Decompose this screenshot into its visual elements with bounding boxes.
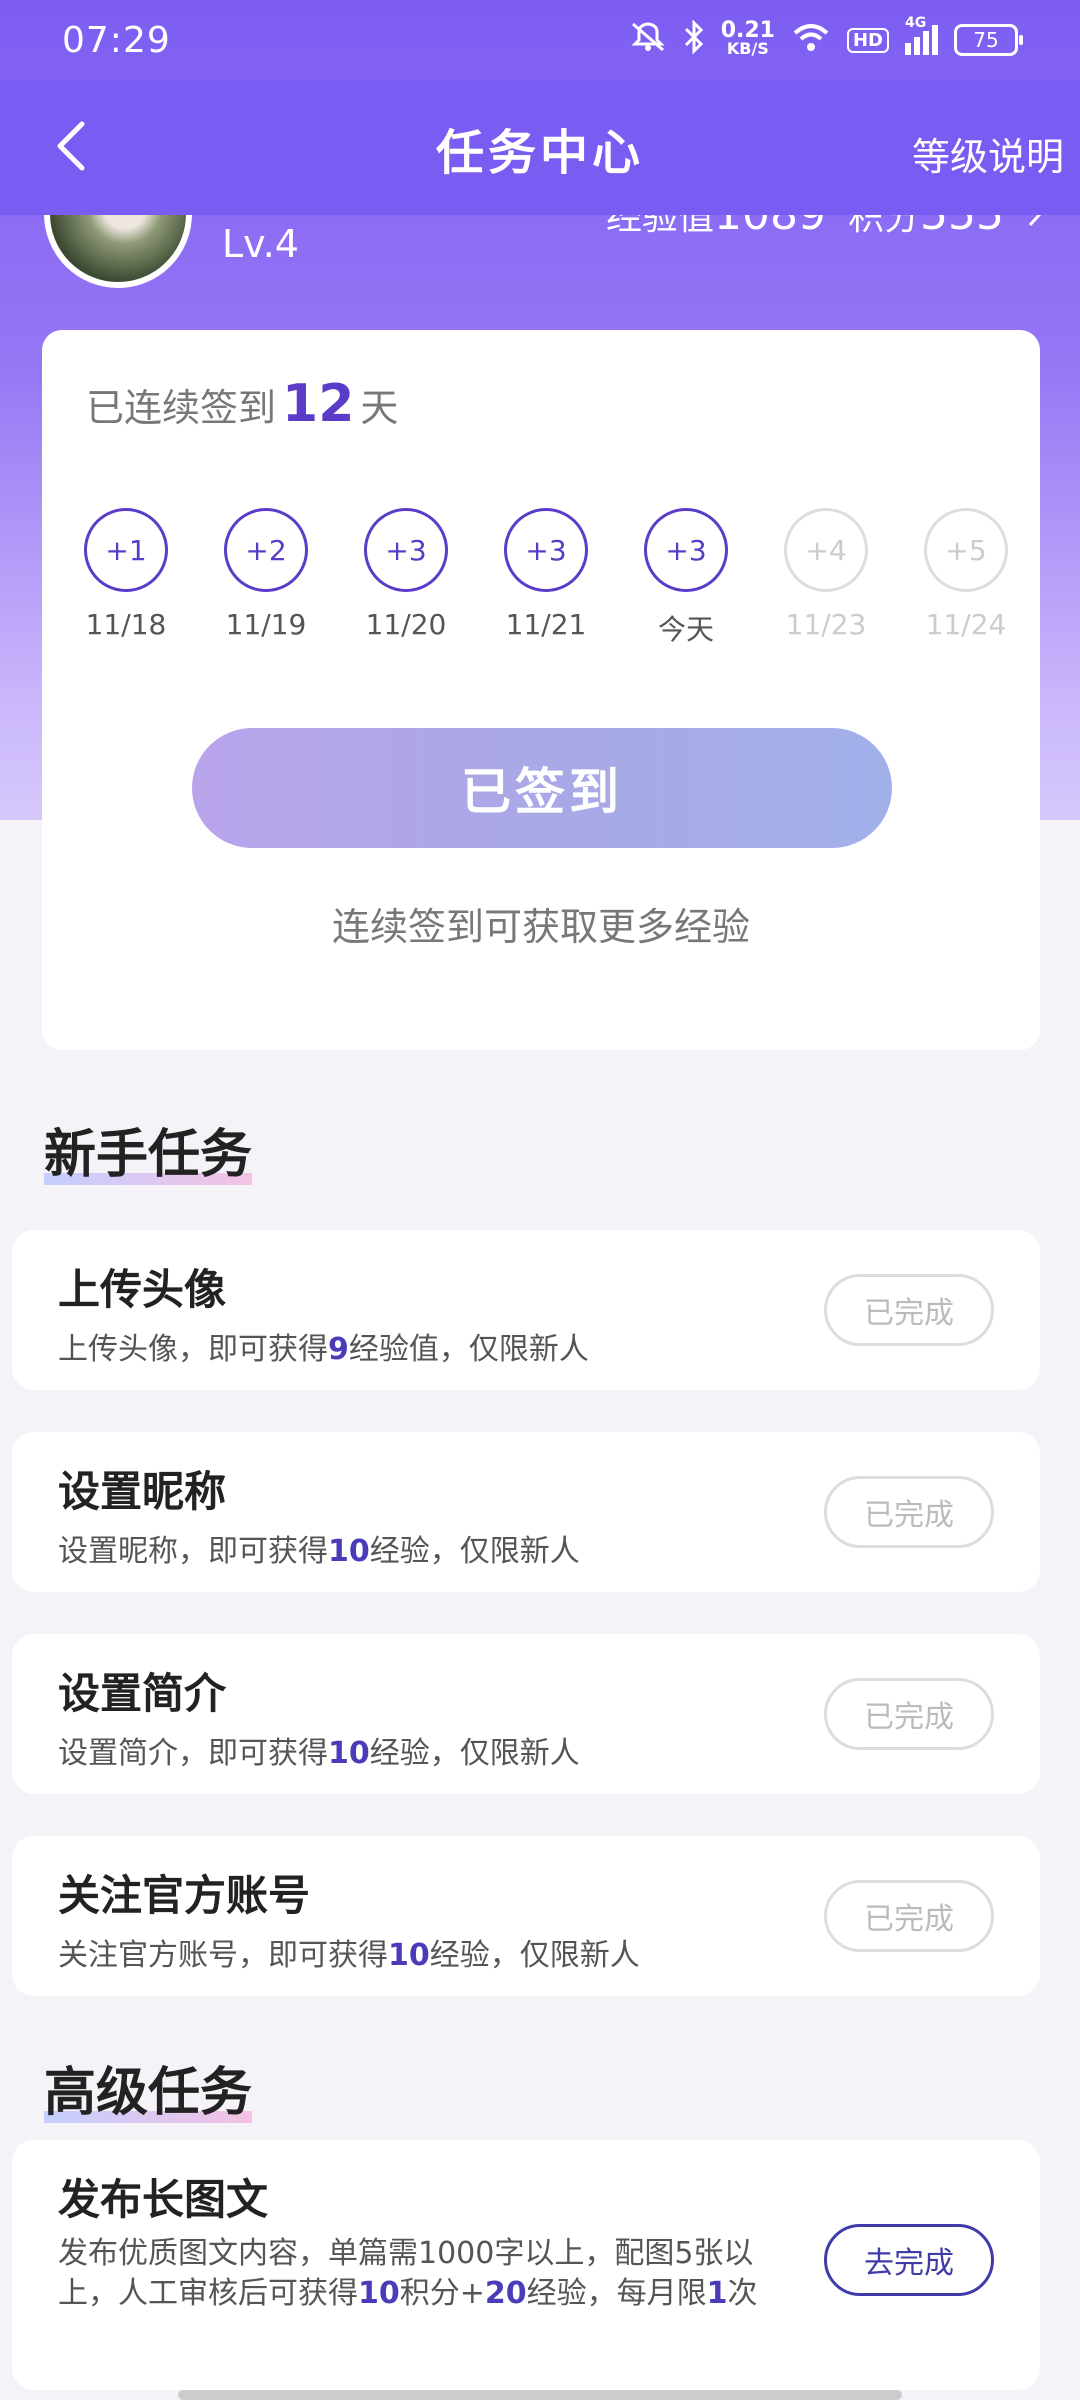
day-reward: +3 — [364, 508, 448, 592]
task-card: 发布长图文 发布优质图文内容，单篇需1000字以上，配图5张以上，人工审核后可获… — [12, 2140, 1040, 2390]
signin-day: +3 11/21 — [486, 508, 606, 648]
task-title: 设置简介 — [58, 1669, 227, 1718]
desc-text: 经验，仅限新人 — [369, 1736, 580, 1771]
status-icons: 0.21 KB/S HD 4G 75 — [629, 15, 1023, 61]
day-reward: +1 — [84, 508, 168, 592]
day-reward: +5 — [924, 508, 1008, 592]
streak-suffix: 天 — [360, 386, 399, 430]
desc-text: 经验，每月限 — [526, 2276, 707, 2311]
task-desc: 发布优质图文内容，单篇需1000字以上，配图5张以上，人工审核后可获得10积分+… — [58, 2234, 798, 2314]
battery-level: 75 — [973, 28, 999, 52]
desc-text: 经验值，仅限新人 — [348, 1332, 589, 1367]
desc-text: 经验，仅限新人 — [429, 1938, 640, 1973]
task-card: 关注官方账号 关注官方账号，即可获得10经验，仅限新人 已完成 — [12, 1836, 1040, 1996]
task-card: 设置昵称 设置昵称，即可获得10经验，仅限新人 已完成 — [12, 1432, 1040, 1592]
advanced-section-title: 高级任务 — [44, 2050, 253, 2125]
speed-unit: KB/S — [726, 39, 769, 58]
network-type: 4G — [905, 15, 927, 31]
signin-hint: 连续签到可获取更多经验 — [331, 905, 750, 949]
desc-number: 9 — [328, 1332, 349, 1367]
task-status-button[interactable]: 已完成 — [824, 1880, 994, 1952]
desc-text: 经验，仅限新人 — [369, 1534, 580, 1569]
hd-badge: HD — [846, 27, 889, 53]
streak-days: 12 — [282, 374, 355, 434]
day-label: 11/19 — [225, 608, 307, 641]
bluetooth-icon — [683, 18, 705, 61]
desc-text: 设置昵称，即可获得 — [58, 1534, 328, 1569]
battery-icon: 75 — [954, 24, 1023, 56]
page-title: 任务中心 — [435, 124, 644, 181]
desc-number: 10 — [328, 1534, 370, 1569]
signin-days: +1 11/18 +2 11/19 +3 11/20 +3 11/21 +3 今… — [66, 508, 1026, 648]
desc-number: 10 — [328, 1736, 370, 1771]
day-reward: +4 — [784, 508, 868, 592]
day-label: 今天 — [657, 613, 714, 646]
desc-number: 10 — [358, 2276, 400, 2311]
signin-button[interactable]: 已签到 — [192, 728, 892, 848]
newbie-title-text: 新手任务 — [44, 1112, 253, 1187]
streak-prefix: 已连续签到 — [86, 386, 277, 430]
task-desc: 设置简介，即可获得10经验，仅限新人 — [58, 1734, 798, 1774]
day-label: 11/23 — [785, 608, 867, 641]
task-desc: 关注官方账号，即可获得10经验，仅限新人 — [58, 1936, 798, 1976]
newbie-section-title: 新手任务 — [44, 1112, 253, 1187]
desc-text: 关注官方账号，即可获得 — [58, 1938, 388, 1973]
desc-text: 积分+ — [399, 2276, 485, 2311]
task-title: 上传头像 — [58, 1265, 227, 1314]
signin-day: +2 11/19 — [206, 508, 326, 648]
level-info-link[interactable]: 等级说明 — [912, 126, 1064, 181]
network-speed: 0.21 KB/S — [720, 18, 775, 58]
nav-bar: 任务中心 等级说明 — [0, 80, 1080, 215]
signin-day-today: +3 今天 — [626, 508, 746, 648]
wifi-icon — [791, 21, 831, 60]
home-indicator[interactable] — [178, 2390, 902, 2400]
day-reward: +3 — [504, 508, 588, 592]
task-desc: 上传头像，即可获得9经验值，仅限新人 — [58, 1330, 798, 1370]
signal-icon: 4G — [905, 15, 938, 55]
advanced-title-text: 高级任务 — [44, 2050, 253, 2125]
speed-value: 0.21 — [720, 18, 775, 43]
day-label: 11/18 — [85, 608, 167, 641]
day-reward: +3 — [644, 508, 728, 592]
day-label: 11/24 — [925, 608, 1007, 641]
task-status-button[interactable]: 已完成 — [824, 1274, 994, 1346]
day-reward: +2 — [224, 508, 308, 592]
task-status-button[interactable]: 已完成 — [824, 1476, 994, 1548]
go-complete-button[interactable]: 去完成 — [824, 2224, 994, 2296]
task-title: 发布长图文 — [58, 2175, 269, 2224]
task-desc: 设置昵称，即可获得10经验，仅限新人 — [58, 1532, 798, 1572]
back-icon[interactable] — [44, 118, 100, 174]
signin-day: +5 11/24 — [906, 508, 1026, 648]
task-card: 上传头像 上传头像，即可获得9经验值，仅限新人 已完成 — [12, 1230, 1040, 1390]
task-card: 设置简介 设置简介，即可获得10经验，仅限新人 已完成 — [12, 1634, 1040, 1794]
desc-number: 10 — [388, 1938, 430, 1973]
day-label: 11/20 — [365, 608, 447, 641]
signin-card: 已连续签到 12 天 +1 11/18 +2 11/19 +3 11/20 +3… — [42, 330, 1040, 1050]
task-status-button[interactable]: 已完成 — [824, 1678, 994, 1750]
desc-number: 20 — [484, 2276, 527, 2311]
task-title: 设置昵称 — [58, 1467, 227, 1516]
desc-text: 次 — [727, 2276, 758, 2311]
desc-text: 设置简介，即可获得 — [58, 1736, 328, 1771]
desc-number: 1 — [706, 2276, 728, 2311]
signin-day: +4 11/23 — [766, 508, 886, 648]
desc-text: 上传头像，即可获得 — [58, 1332, 328, 1367]
day-label: 11/21 — [505, 608, 587, 641]
user-level: Lv.4 — [222, 222, 299, 266]
status-bar: 07:29 0.21 KB/S HD 4G 75 — [0, 0, 1080, 80]
task-title: 关注官方账号 — [58, 1871, 311, 1920]
signin-day: +1 11/18 — [66, 508, 186, 648]
status-time: 07:29 — [62, 19, 171, 61]
signin-day: +3 11/20 — [346, 508, 466, 648]
mute-icon — [629, 20, 667, 61]
signin-streak: 已连续签到 12 天 — [86, 374, 398, 434]
